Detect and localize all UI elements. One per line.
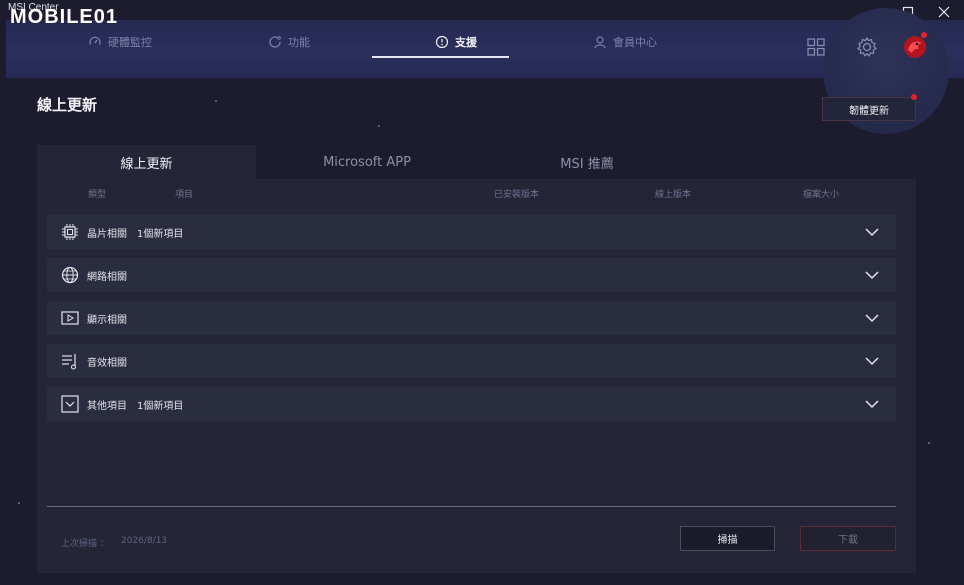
scan-button[interactable]: 掃描: [680, 526, 775, 551]
active-tab-underline: [372, 56, 509, 58]
row-label: 晶片相關: [87, 229, 127, 240]
title-bar: MSI Center MOBILE01: [0, 0, 964, 28]
nav-member-center[interactable]: 會員中心: [593, 30, 657, 54]
star-decoration: [378, 125, 380, 127]
new-items-badge: 1個新項目: [137, 229, 184, 240]
nav-features[interactable]: 功能: [268, 30, 310, 54]
column-header-item: 項目: [175, 190, 194, 200]
star-decoration: [928, 442, 930, 444]
display-icon: [61, 311, 79, 325]
category-row-chipset[interactable]: 晶片相關 1個新項目: [47, 215, 896, 249]
nav-label: 支援: [455, 36, 477, 49]
nav-label: 硬體監控: [108, 36, 152, 49]
download-button[interactable]: 下載: [800, 526, 896, 551]
chevron-down-icon[interactable]: [864, 354, 880, 368]
row-label: 顯示相關: [87, 315, 127, 326]
star-decoration: [18, 502, 20, 504]
notification-dot: [921, 32, 927, 38]
globe-icon: [61, 266, 79, 284]
new-items-badge: 1個新項目: [137, 401, 184, 412]
download-button-label: 下載: [838, 535, 858, 546]
scan-button-label: 掃描: [717, 535, 738, 546]
tab-label: 線上更新: [120, 156, 173, 172]
other-icon: [61, 395, 79, 413]
chip-icon: [62, 224, 78, 240]
watermark-logo: MOBILE01: [10, 6, 119, 28]
column-header-file-size: 檔案大小: [803, 190, 840, 200]
chevron-down-icon[interactable]: [864, 225, 880, 239]
audio-icon: [62, 354, 77, 370]
chevron-down-icon[interactable]: [864, 268, 880, 282]
gear-icon[interactable]: [855, 35, 879, 59]
category-row-network[interactable]: 網路相關: [47, 258, 896, 292]
firmware-update-label: 韌體更新: [849, 105, 889, 117]
category-row-audio[interactable]: 音效相關: [47, 344, 896, 378]
category-row-display[interactable]: 顯示相關: [47, 301, 896, 335]
nav-label: 功能: [288, 36, 310, 49]
last-scan-label: 上次掃描 ：: [61, 539, 109, 549]
nav-support[interactable]: 支援: [435, 30, 477, 54]
nav-hardware-monitor[interactable]: 硬體監控: [88, 30, 152, 54]
tab-label: Microsoft APP: [323, 154, 411, 170]
page-title: 線上更新: [37, 96, 98, 114]
feature-icon: [269, 36, 281, 48]
tab-label: MSI 推薦: [560, 156, 614, 172]
last-scan-date: 2026/8/13: [121, 536, 168, 546]
row-label: 其他項目: [87, 401, 127, 412]
row-label: 網路相關: [87, 272, 127, 283]
tab-msi-recommend[interactable]: MSI 推薦: [477, 145, 697, 179]
firmware-notification-dot: [911, 94, 917, 100]
footer-divider: [47, 506, 896, 507]
row-label: 音效相關: [87, 358, 127, 369]
category-row-other[interactable]: 其他項目 1個新項目: [47, 387, 896, 421]
tab-online-update[interactable]: 線上更新: [37, 145, 256, 179]
tab-microsoft-app[interactable]: Microsoft APP: [257, 145, 477, 179]
close-icon[interactable]: [934, 4, 954, 20]
column-header-installed-version: 已安裝版本: [494, 190, 540, 200]
app-window: MSI Center MOBILE01 硬體監控 功能 支援 會員中心 韌體更新…: [0, 0, 964, 585]
user-icon: [594, 36, 606, 49]
support-chat-icon: [435, 35, 449, 49]
firmware-update-button[interactable]: 韌體更新: [822, 97, 916, 121]
star-decoration: [215, 100, 217, 102]
gauge-icon: [89, 36, 101, 45]
grid-apps-icon[interactable]: [805, 36, 827, 58]
chevron-down-icon[interactable]: [864, 397, 880, 411]
column-header-online-version: 線上版本: [655, 190, 692, 200]
nav-label: 會員中心: [613, 36, 657, 49]
column-header-type: 類型: [88, 190, 107, 200]
chevron-down-icon[interactable]: [864, 311, 880, 325]
